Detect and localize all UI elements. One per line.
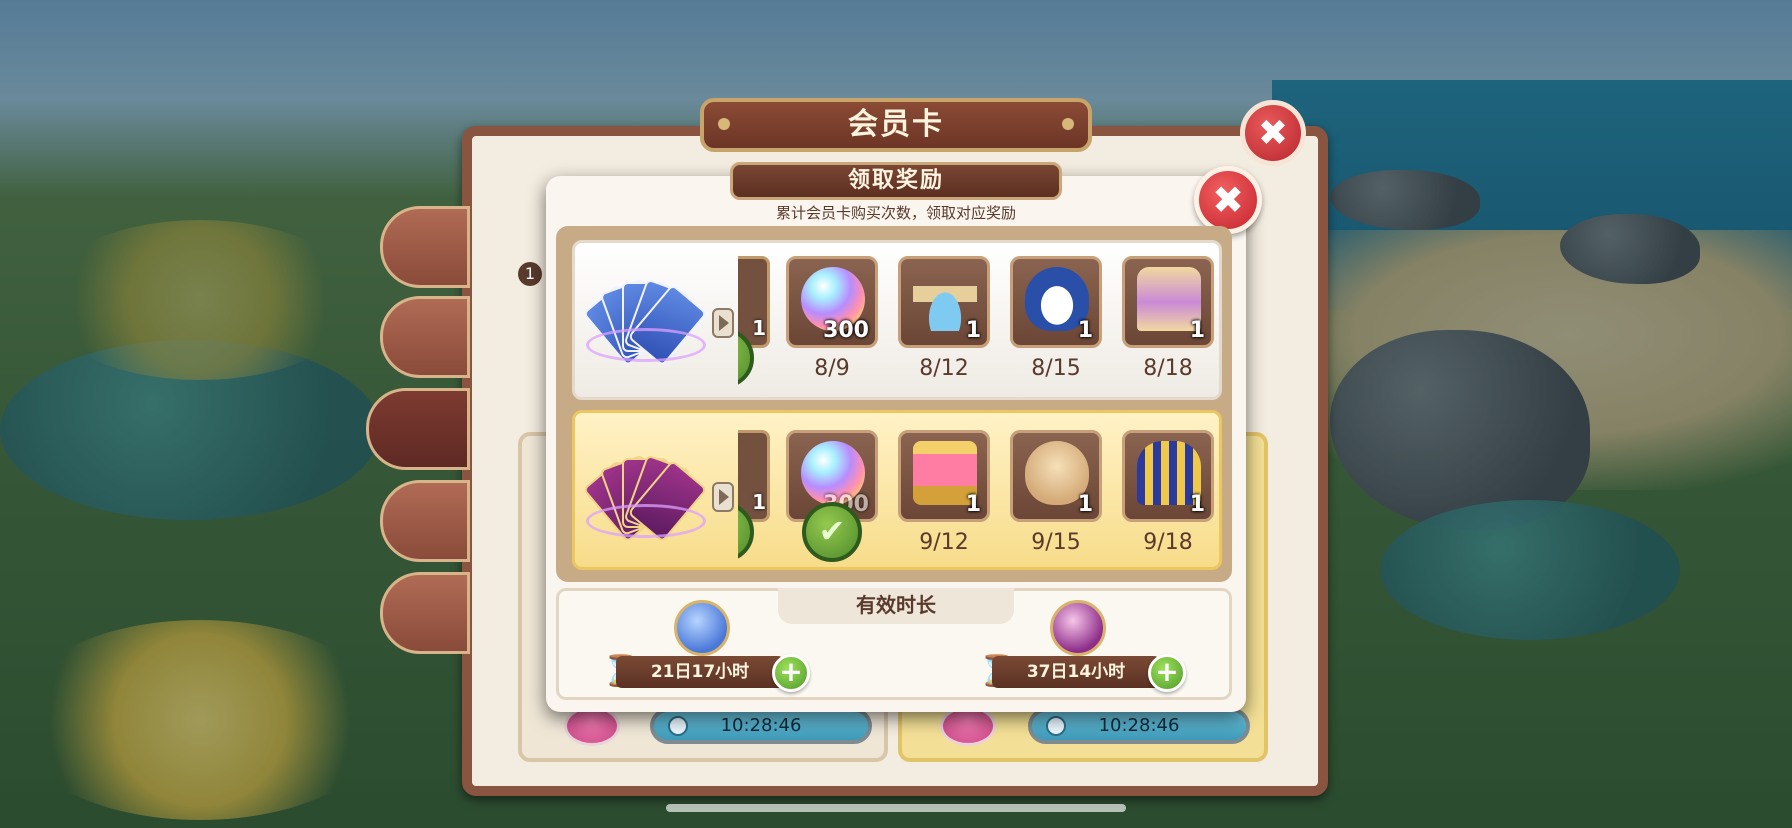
gold-card-fan-icon	[582, 438, 708, 543]
rivet-icon	[1062, 118, 1074, 130]
reward-item[interactable]: 300	[786, 256, 878, 348]
claimed-check-icon: ✔	[738, 328, 756, 388]
reward-item[interactable]: 1	[1010, 256, 1102, 348]
home-indicator[interactable]	[666, 804, 1126, 812]
tab-member-card[interactable]	[366, 388, 470, 470]
claimed-check-icon: ✔	[738, 502, 756, 562]
pink-button[interactable]	[940, 706, 996, 746]
tab-energy[interactable]	[380, 480, 470, 562]
reward-requirement: 9/18	[1143, 530, 1193, 555]
clock-icon	[668, 716, 688, 736]
gold-card-duration: 37日14小时	[992, 656, 1160, 688]
validity-duration-title: 有效时长	[778, 588, 1014, 624]
reward-item[interactable]: 1	[898, 256, 990, 348]
gold-card-badge-icon	[1050, 600, 1106, 656]
dialog-subtitle: 累计会员卡购买次数，领取对应奖励	[775, 204, 1016, 222]
clock-icon	[1046, 716, 1066, 736]
gold-card-timer: 10:28:46	[1028, 708, 1250, 744]
blue-card-fan-icon	[582, 262, 708, 367]
reward-requirement: 8/9	[814, 356, 850, 381]
blue-card-badge-icon	[674, 600, 730, 656]
dialog-title: 领取奖励	[730, 162, 1062, 200]
tab-decor[interactable]	[380, 572, 470, 654]
tab-gacha[interactable]	[380, 206, 470, 288]
tab-coins[interactable]	[380, 296, 470, 378]
reward-item[interactable]: 1	[898, 430, 990, 522]
dialog-close-button[interactable]: ✖	[1194, 166, 1262, 234]
reward-item[interactable]: 1	[1010, 430, 1102, 522]
member-card-close-button[interactable]: ✖	[1240, 100, 1306, 166]
claimed-check-icon: ✔	[802, 502, 862, 562]
reward-requirement: 8/15	[1031, 356, 1081, 381]
member-card-title: 会员卡	[700, 98, 1092, 152]
rivet-icon	[718, 118, 730, 130]
chevron-right-icon	[712, 482, 734, 512]
extend-blue-button[interactable]: +	[772, 654, 810, 692]
reward-requirement: 8/18	[1143, 356, 1193, 381]
chevron-right-icon	[712, 308, 734, 338]
pink-button[interactable]	[564, 706, 620, 746]
reward-requirement: 9/12	[919, 530, 969, 555]
reward-item[interactable]: 1	[1122, 430, 1214, 522]
blue-card-duration: 21日17小时	[616, 656, 784, 688]
reward-item[interactable]: 1	[1122, 256, 1214, 348]
reward-requirement: 9/15	[1031, 530, 1081, 555]
blue-card-timer: 10:28:46	[650, 708, 872, 744]
card-count-badge: 1	[518, 262, 542, 286]
extend-gold-button[interactable]: +	[1148, 654, 1186, 692]
reward-requirement: 8/12	[919, 356, 969, 381]
